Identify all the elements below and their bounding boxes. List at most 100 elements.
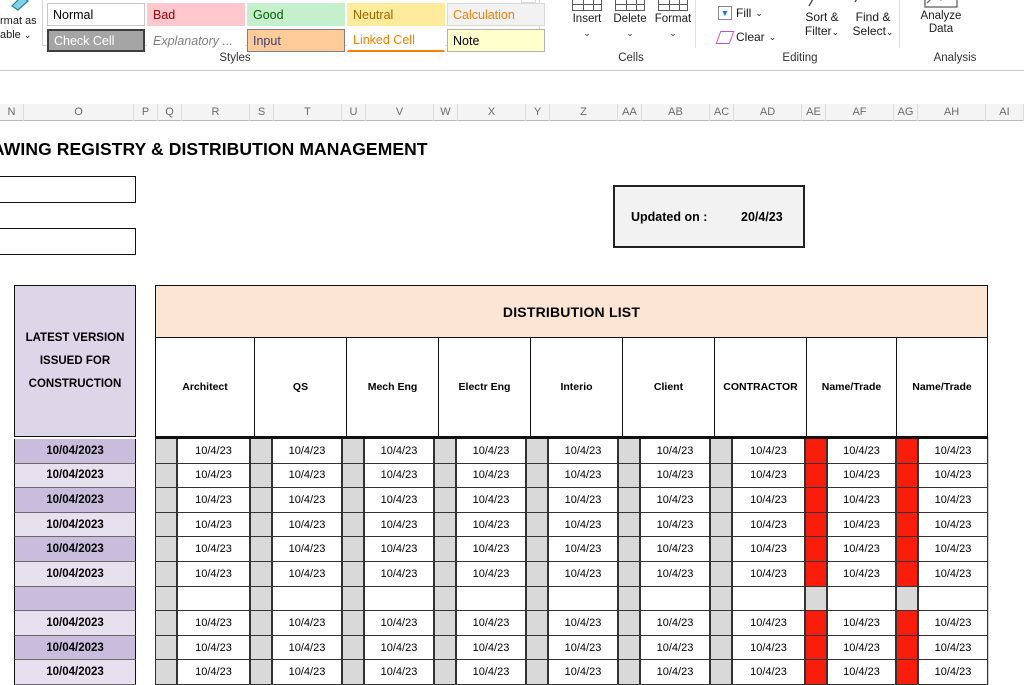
distribution-date-cell[interactable]: 10/4/23 bbox=[177, 660, 250, 685]
distribution-date-cell[interactable]: 10/4/23 bbox=[827, 611, 896, 636]
status-marker-gray[interactable] bbox=[526, 439, 548, 464]
format-button[interactable]: Format ⌄ bbox=[652, 0, 694, 40]
distribution-date-cell[interactable]: 10/4/23 bbox=[732, 464, 805, 489]
latest-version-cell[interactable]: 10/04/2023 bbox=[14, 660, 136, 685]
column-header-R[interactable]: R bbox=[182, 104, 250, 121]
distribution-date-cell[interactable] bbox=[548, 587, 618, 612]
distribution-date-cell[interactable]: 10/4/23 bbox=[456, 537, 526, 562]
column-header-AF[interactable]: AF bbox=[826, 104, 894, 121]
distribution-date-cell[interactable]: 10/4/23 bbox=[732, 636, 805, 661]
status-marker-gray[interactable] bbox=[250, 488, 272, 513]
distribution-date-cell[interactable]: 10/4/23 bbox=[732, 537, 805, 562]
status-marker-red[interactable] bbox=[805, 562, 827, 587]
status-marker-red[interactable] bbox=[805, 660, 827, 685]
status-marker-red[interactable] bbox=[805, 537, 827, 562]
style-cell-calculation[interactable]: Calculation bbox=[447, 3, 545, 26]
distribution-date-cell[interactable]: 10/4/23 bbox=[177, 488, 250, 513]
sort-filter-chevron-down-icon[interactable]: ⌄ bbox=[832, 27, 840, 37]
distribution-date-cell[interactable]: 10/4/23 bbox=[177, 611, 250, 636]
distribution-date-cell[interactable]: 10/4/23 bbox=[548, 439, 618, 464]
status-marker-gray[interactable] bbox=[710, 464, 732, 489]
delete-button[interactable]: Delete ⌄ bbox=[609, 0, 651, 40]
clear-chevron-down-icon[interactable]: ⌄ bbox=[769, 32, 777, 43]
distribution-date-cell[interactable]: 10/4/23 bbox=[918, 660, 988, 685]
status-marker-gray[interactable] bbox=[710, 587, 732, 612]
status-marker-red[interactable] bbox=[805, 464, 827, 489]
distribution-date-cell[interactable]: 10/4/23 bbox=[640, 636, 710, 661]
distribution-date-cell[interactable] bbox=[732, 587, 805, 612]
insert-button[interactable]: Insert ⌄ bbox=[566, 0, 608, 40]
distribution-date-cell[interactable]: 10/4/23 bbox=[548, 611, 618, 636]
distribution-date-cell[interactable]: 10/4/23 bbox=[272, 660, 342, 685]
distribution-date-cell[interactable]: 10/4/23 bbox=[364, 562, 434, 587]
status-marker-gray[interactable] bbox=[342, 660, 364, 685]
column-header-T[interactable]: T bbox=[274, 104, 342, 121]
status-marker-gray[interactable] bbox=[618, 636, 640, 661]
column-header-V[interactable]: V bbox=[366, 104, 434, 121]
format-chevron-down-icon[interactable]: ⌄ bbox=[652, 27, 694, 40]
distribution-date-cell[interactable]: 10/4/23 bbox=[272, 636, 342, 661]
column-header-AI[interactable]: AI bbox=[986, 104, 1024, 121]
status-marker-gray[interactable] bbox=[155, 636, 177, 661]
distribution-date-cell[interactable]: 10/4/23 bbox=[456, 513, 526, 538]
latest-version-cell[interactable]: 10/04/2023 bbox=[14, 636, 136, 661]
status-marker-gray[interactable] bbox=[434, 587, 456, 612]
distribution-date-cell[interactable]: 10/4/23 bbox=[177, 537, 250, 562]
distribution-date-cell[interactable]: 10/4/23 bbox=[827, 660, 896, 685]
column-header-S[interactable]: S bbox=[250, 104, 274, 121]
distribution-date-cell[interactable]: 10/4/23 bbox=[364, 636, 434, 661]
status-marker-red[interactable] bbox=[896, 488, 918, 513]
status-marker-gray[interactable] bbox=[618, 513, 640, 538]
status-marker-gray[interactable] bbox=[526, 562, 548, 587]
status-marker-gray[interactable] bbox=[710, 537, 732, 562]
distribution-date-cell[interactable]: 10/4/23 bbox=[548, 513, 618, 538]
status-marker-gray[interactable] bbox=[710, 513, 732, 538]
status-marker-gray[interactable] bbox=[526, 636, 548, 661]
status-marker-gray[interactable] bbox=[526, 513, 548, 538]
distribution-date-cell[interactable]: 10/4/23 bbox=[364, 537, 434, 562]
column-header-AC[interactable]: AC bbox=[710, 104, 734, 121]
column-header-W[interactable]: W bbox=[434, 104, 458, 121]
status-marker-red[interactable] bbox=[805, 636, 827, 661]
distribution-date-cell[interactable]: 10/4/23 bbox=[548, 464, 618, 489]
distribution-date-cell[interactable]: 10/4/23 bbox=[827, 464, 896, 489]
status-marker-gray[interactable] bbox=[250, 611, 272, 636]
status-marker-gray[interactable] bbox=[342, 562, 364, 587]
cell-styles-gallery[interactable]: ⌃ ⌄ NormalBadGoodNeutralCalculationCheck… bbox=[42, 0, 540, 46]
status-marker-gray[interactable] bbox=[618, 562, 640, 587]
distribution-date-cell[interactable]: 10/4/23 bbox=[456, 464, 526, 489]
column-header-X[interactable]: X bbox=[458, 104, 526, 121]
distribution-date-cell[interactable]: 10/4/23 bbox=[640, 660, 710, 685]
status-marker-red[interactable] bbox=[805, 439, 827, 464]
status-marker-gray[interactable] bbox=[710, 439, 732, 464]
distribution-date-cell[interactable]: 10/4/23 bbox=[918, 488, 988, 513]
status-marker-gray[interactable] bbox=[434, 660, 456, 685]
distribution-date-cell[interactable]: 10/4/23 bbox=[177, 636, 250, 661]
status-marker-gray[interactable] bbox=[250, 439, 272, 464]
style-cell-explanatory[interactable]: Explanatory ... bbox=[147, 29, 245, 52]
input-box-2[interactable] bbox=[0, 228, 136, 255]
latest-version-cell[interactable] bbox=[14, 587, 136, 612]
status-marker-gray[interactable] bbox=[710, 488, 732, 513]
distribution-date-cell[interactable]: 10/4/23 bbox=[456, 488, 526, 513]
distribution-date-cell[interactable]: 10/4/23 bbox=[827, 562, 896, 587]
status-marker-gray[interactable] bbox=[342, 537, 364, 562]
distribution-date-cell[interactable] bbox=[918, 587, 988, 612]
status-marker-gray[interactable] bbox=[434, 464, 456, 489]
distribution-date-cell[interactable]: 10/4/23 bbox=[918, 636, 988, 661]
status-marker-gray[interactable] bbox=[155, 464, 177, 489]
status-marker-gray[interactable] bbox=[342, 488, 364, 513]
distribution-date-cell[interactable]: 10/4/23 bbox=[177, 439, 250, 464]
style-cell-neutral[interactable]: Neutral bbox=[347, 3, 445, 26]
latest-version-cell[interactable]: 10/04/2023 bbox=[14, 537, 136, 562]
status-marker-gray[interactable] bbox=[710, 611, 732, 636]
status-marker-gray[interactable] bbox=[155, 660, 177, 685]
status-marker-gray[interactable] bbox=[434, 611, 456, 636]
distribution-date-cell[interactable]: 10/4/23 bbox=[177, 562, 250, 587]
distribution-date-cell[interactable]: 10/4/23 bbox=[918, 464, 988, 489]
distribution-date-cell[interactable]: 10/4/23 bbox=[272, 488, 342, 513]
status-marker-red[interactable] bbox=[896, 513, 918, 538]
status-marker-red[interactable] bbox=[896, 464, 918, 489]
distribution-date-cell[interactable]: 10/4/23 bbox=[456, 562, 526, 587]
style-cell-check-cell[interactable]: Check Cell bbox=[47, 29, 145, 52]
